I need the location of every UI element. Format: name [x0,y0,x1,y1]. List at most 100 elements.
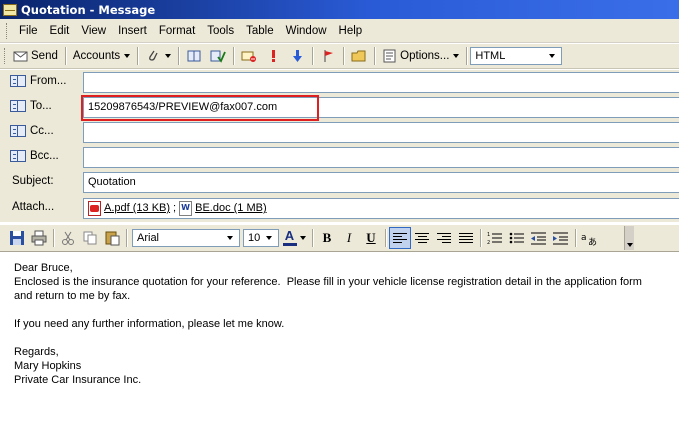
toolbar-separator [233,47,235,65]
toolbar-grip[interactable] [4,48,7,64]
align-left-button[interactable] [389,227,411,249]
paste-button[interactable] [101,227,123,249]
bcc-field[interactable] [83,147,679,168]
bold-button[interactable]: B [316,227,338,249]
high-importance-button[interactable] [261,46,285,66]
cc-button[interactable]: Cc... [10,125,54,137]
pdf-file-icon [88,200,101,216]
follow-up-flag-button[interactable] [316,46,340,66]
subject-row: Subject: Quotation [0,170,679,195]
bcc-button[interactable]: Bcc... [10,150,59,162]
toolbar-separator [480,229,481,247]
accounts-button[interactable]: Accounts [69,46,134,66]
address-book-icon [186,49,202,63]
to-button[interactable]: To... [10,100,52,112]
attachment-separator: ; [173,202,177,214]
formatting-toolbar: Arial 10 A B I U 12 aあ [0,224,679,252]
from-label: From... [30,75,67,87]
menu-window[interactable]: Window [280,25,333,37]
body-line: Enclosed is the insurance quotation for … [14,276,642,288]
scissors-icon [62,231,74,245]
toolbar-separator [64,47,66,65]
low-importance-button[interactable] [285,46,309,66]
font-name-select[interactable]: Arial [132,229,240,247]
menu-table[interactable]: Table [240,25,280,37]
encoding-button[interactable]: aあ [579,227,601,249]
cut-button[interactable] [57,227,79,249]
save-button[interactable] [6,227,28,249]
attach-field[interactable]: A.pdf (13 KB) ; BE.doc (1 MB) [83,198,679,219]
font-size-value: 10 [248,232,261,244]
message-window-icon [3,3,17,16]
toolbar-grip[interactable] [6,22,9,39]
menu-help[interactable]: Help [333,25,369,37]
menu-insert[interactable]: Insert [112,25,153,37]
from-button[interactable]: From... [10,75,66,87]
address-book-button[interactable] [182,46,206,66]
printer-icon [31,230,47,246]
toolbar-separator [385,229,386,247]
cc-row: Cc... [0,120,679,145]
window-title: Quotation - Message [21,2,156,17]
send-icon [13,49,29,63]
toolbar-separator [126,229,127,247]
chevron-down-icon [124,54,131,58]
cc-field[interactable] [83,122,679,143]
from-field[interactable] [83,72,679,93]
justify-button[interactable] [455,227,477,249]
attachment-name: A.pdf (13 KB) [104,202,171,214]
align-center-button[interactable] [411,227,433,249]
to-field-highlight [81,95,319,121]
menu-edit[interactable]: Edit [44,25,76,37]
flag-icon [320,49,336,63]
italic-button[interactable]: I [338,227,360,249]
to-label: To... [30,100,52,112]
options-icon [382,49,398,63]
paperclip-icon [145,49,161,63]
toolbar-separator [137,47,139,65]
send-button[interactable]: Send [9,46,62,66]
address-book-icon [10,100,26,112]
toolbar-separator [374,47,376,65]
menu-file[interactable]: File [13,25,44,37]
bullets-button[interactable] [506,227,528,249]
body-line: Private Car Insurance Inc. [14,374,142,386]
insert-signature-button[interactable] [237,46,261,66]
body-line [14,331,665,345]
decrease-indent-button[interactable] [528,227,550,249]
toolbar-overflow-button[interactable] [624,226,634,250]
svg-text:a: a [581,233,587,243]
check-names-button[interactable] [206,46,230,66]
message-body[interactable]: Dear Bruce, Enclosed is the insurance qu… [0,253,679,421]
menu-format[interactable]: Format [153,25,201,37]
chevron-down-icon [299,236,306,240]
attachment-item[interactable]: A.pdf (13 KB) [88,200,171,216]
body-line: Mary Hopkins [14,360,82,372]
bcc-row: Bcc... [0,145,679,170]
message-format-select[interactable]: HTML [470,47,563,65]
open-folder-button[interactable] [347,46,371,66]
accounts-label: Accounts [72,50,121,62]
attachment-item[interactable]: BE.doc (1 MB) [179,200,267,216]
subject-field[interactable]: Quotation [83,172,679,193]
chevron-down-icon [263,231,275,245]
increase-indent-button[interactable] [550,227,572,249]
toolbar-separator [343,47,345,65]
font-name-value: Arial [137,232,160,244]
menu-tools[interactable]: Tools [201,25,240,37]
menu-view[interactable]: View [75,25,112,37]
word-doc-icon [179,200,193,216]
underline-button[interactable]: U [360,227,382,249]
body-line: and return to me by fax. [14,290,131,302]
font-color-button[interactable]: A [279,227,309,249]
body-line [14,303,665,317]
options-button[interactable]: Options... [378,46,463,66]
print-button[interactable] [28,227,50,249]
attach-button[interactable]: Attach... [12,201,54,213]
attach-file-button[interactable] [141,46,175,66]
align-right-button[interactable] [433,227,455,249]
copy-button[interactable] [79,227,101,249]
numbering-button[interactable]: 12 [484,227,506,249]
align-right-icon [437,232,451,244]
font-size-select[interactable]: 10 [243,229,279,247]
